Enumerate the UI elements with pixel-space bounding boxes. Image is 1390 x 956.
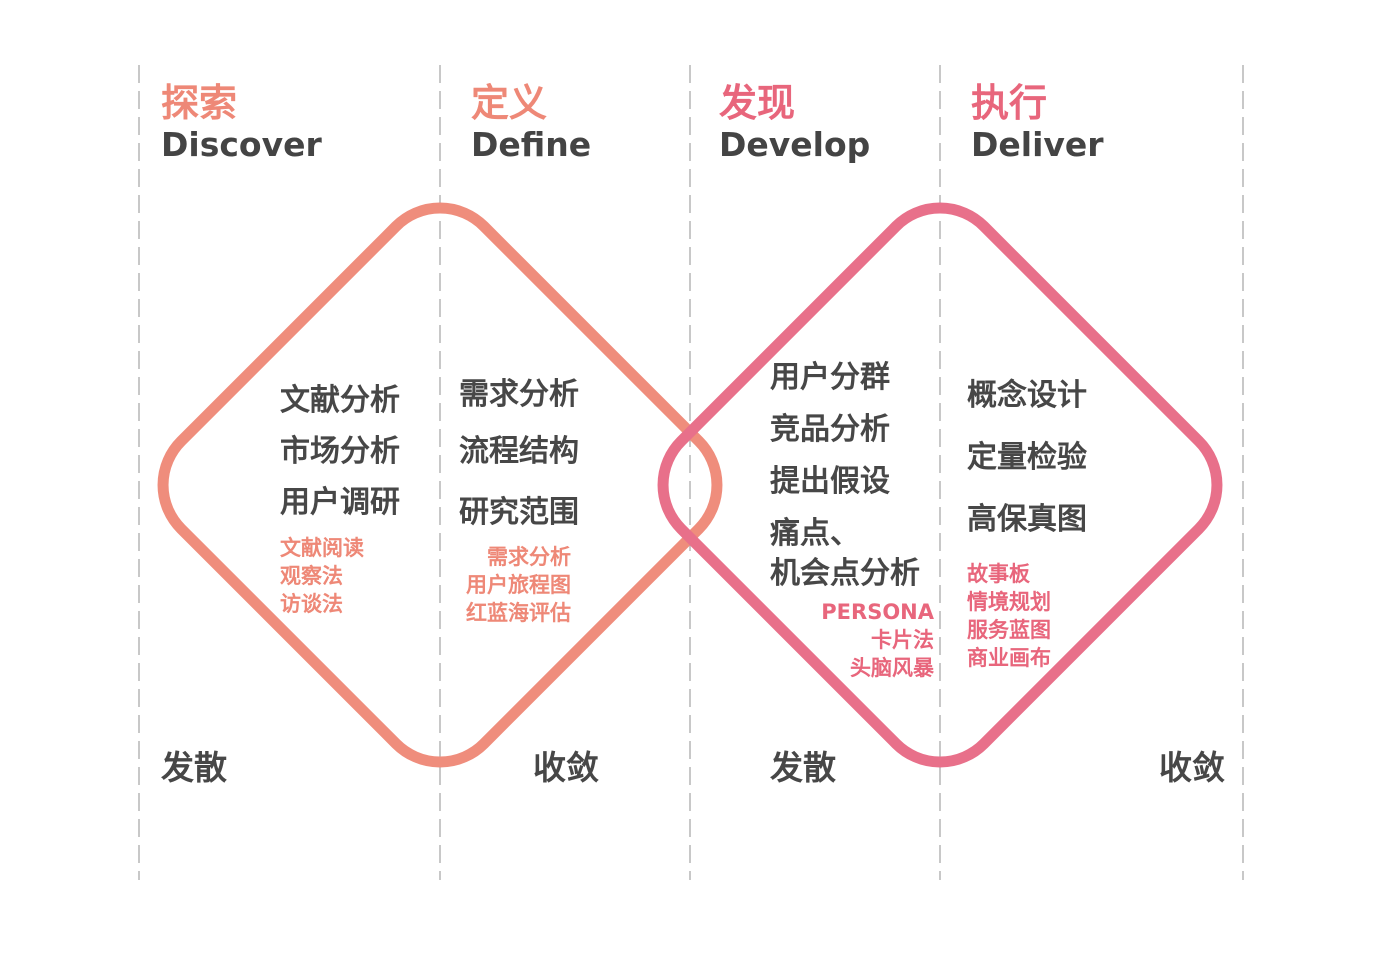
phase-title-cn: 发现 bbox=[719, 81, 796, 125]
tool-item: 需求分析 bbox=[487, 545, 571, 569]
method-item: 用户调研 bbox=[280, 485, 400, 520]
phase-title-cn: 执行 bbox=[971, 81, 1048, 125]
diverge-label: 发散 bbox=[161, 748, 227, 787]
define-methods: 需求分析 流程结构 研究范围 bbox=[459, 377, 579, 531]
tool-item: 访谈法 bbox=[280, 592, 343, 616]
method-item: 提出假设 bbox=[770, 464, 890, 499]
method-item: 文献分析 bbox=[280, 383, 400, 418]
phase-title-cn: 定义 bbox=[471, 81, 548, 125]
develop-tools: PERSONA 卡片法 头脑风暴 bbox=[790, 598, 934, 682]
tool-item: 头脑风暴 bbox=[850, 656, 934, 680]
method-item: 机会点分析 bbox=[770, 556, 920, 591]
method-item: 用户分群 bbox=[770, 360, 890, 395]
converge-label: 收敛 bbox=[1159, 748, 1225, 787]
deliver-methods: 概念设计 定量检验 高保真图 bbox=[967, 378, 1087, 538]
phase-title-cn: 探索 bbox=[161, 81, 238, 125]
method-item: 概念设计 bbox=[967, 378, 1087, 413]
diamond-right bbox=[657, 202, 1223, 768]
method-item: 市场分析 bbox=[280, 434, 400, 469]
phase-title-en: Deliver bbox=[971, 125, 1104, 164]
method-item: 需求分析 bbox=[459, 377, 579, 412]
tool-item: 观察法 bbox=[280, 564, 343, 588]
develop-methods: 用户分群 竞品分析 提出假设 痛点、 机会点分析 bbox=[770, 360, 920, 592]
tool-item: PERSONA bbox=[821, 600, 934, 624]
diamond-left bbox=[157, 202, 723, 768]
tool-item: 服务蓝图 bbox=[967, 618, 1051, 642]
phase-title-en: Define bbox=[471, 125, 592, 164]
deliver-tools: 故事板 情境规划 服务蓝图 商业画布 bbox=[967, 560, 1051, 672]
tool-item: 情境规划 bbox=[967, 590, 1051, 614]
method-item: 竞品分析 bbox=[770, 412, 890, 447]
tool-item: 用户旅程图 bbox=[466, 573, 571, 597]
method-item: 定量检验 bbox=[967, 440, 1087, 475]
tool-item: 故事板 bbox=[967, 562, 1030, 586]
tool-item: 红蓝海评估 bbox=[466, 601, 571, 625]
tool-item: 商业画布 bbox=[967, 646, 1051, 670]
diverge-label: 发散 bbox=[770, 748, 836, 787]
converge-label: 收敛 bbox=[533, 748, 599, 787]
tool-item: 文献阅读 bbox=[280, 536, 364, 560]
phase-title-en: Discover bbox=[161, 125, 322, 164]
discover-methods: 文献分析 市场分析 用户调研 bbox=[280, 383, 400, 521]
discover-tools: 文献阅读 观察法 访谈法 bbox=[280, 534, 364, 618]
method-item: 高保真图 bbox=[967, 502, 1087, 537]
tool-item: 卡片法 bbox=[871, 628, 934, 652]
define-tools: 需求分析 用户旅程图 红蓝海评估 bbox=[459, 543, 571, 627]
method-item: 痛点、 bbox=[770, 516, 860, 551]
method-item: 研究范围 bbox=[459, 495, 579, 530]
method-item: 流程结构 bbox=[459, 434, 579, 469]
phase-title-en: Develop bbox=[719, 125, 871, 164]
